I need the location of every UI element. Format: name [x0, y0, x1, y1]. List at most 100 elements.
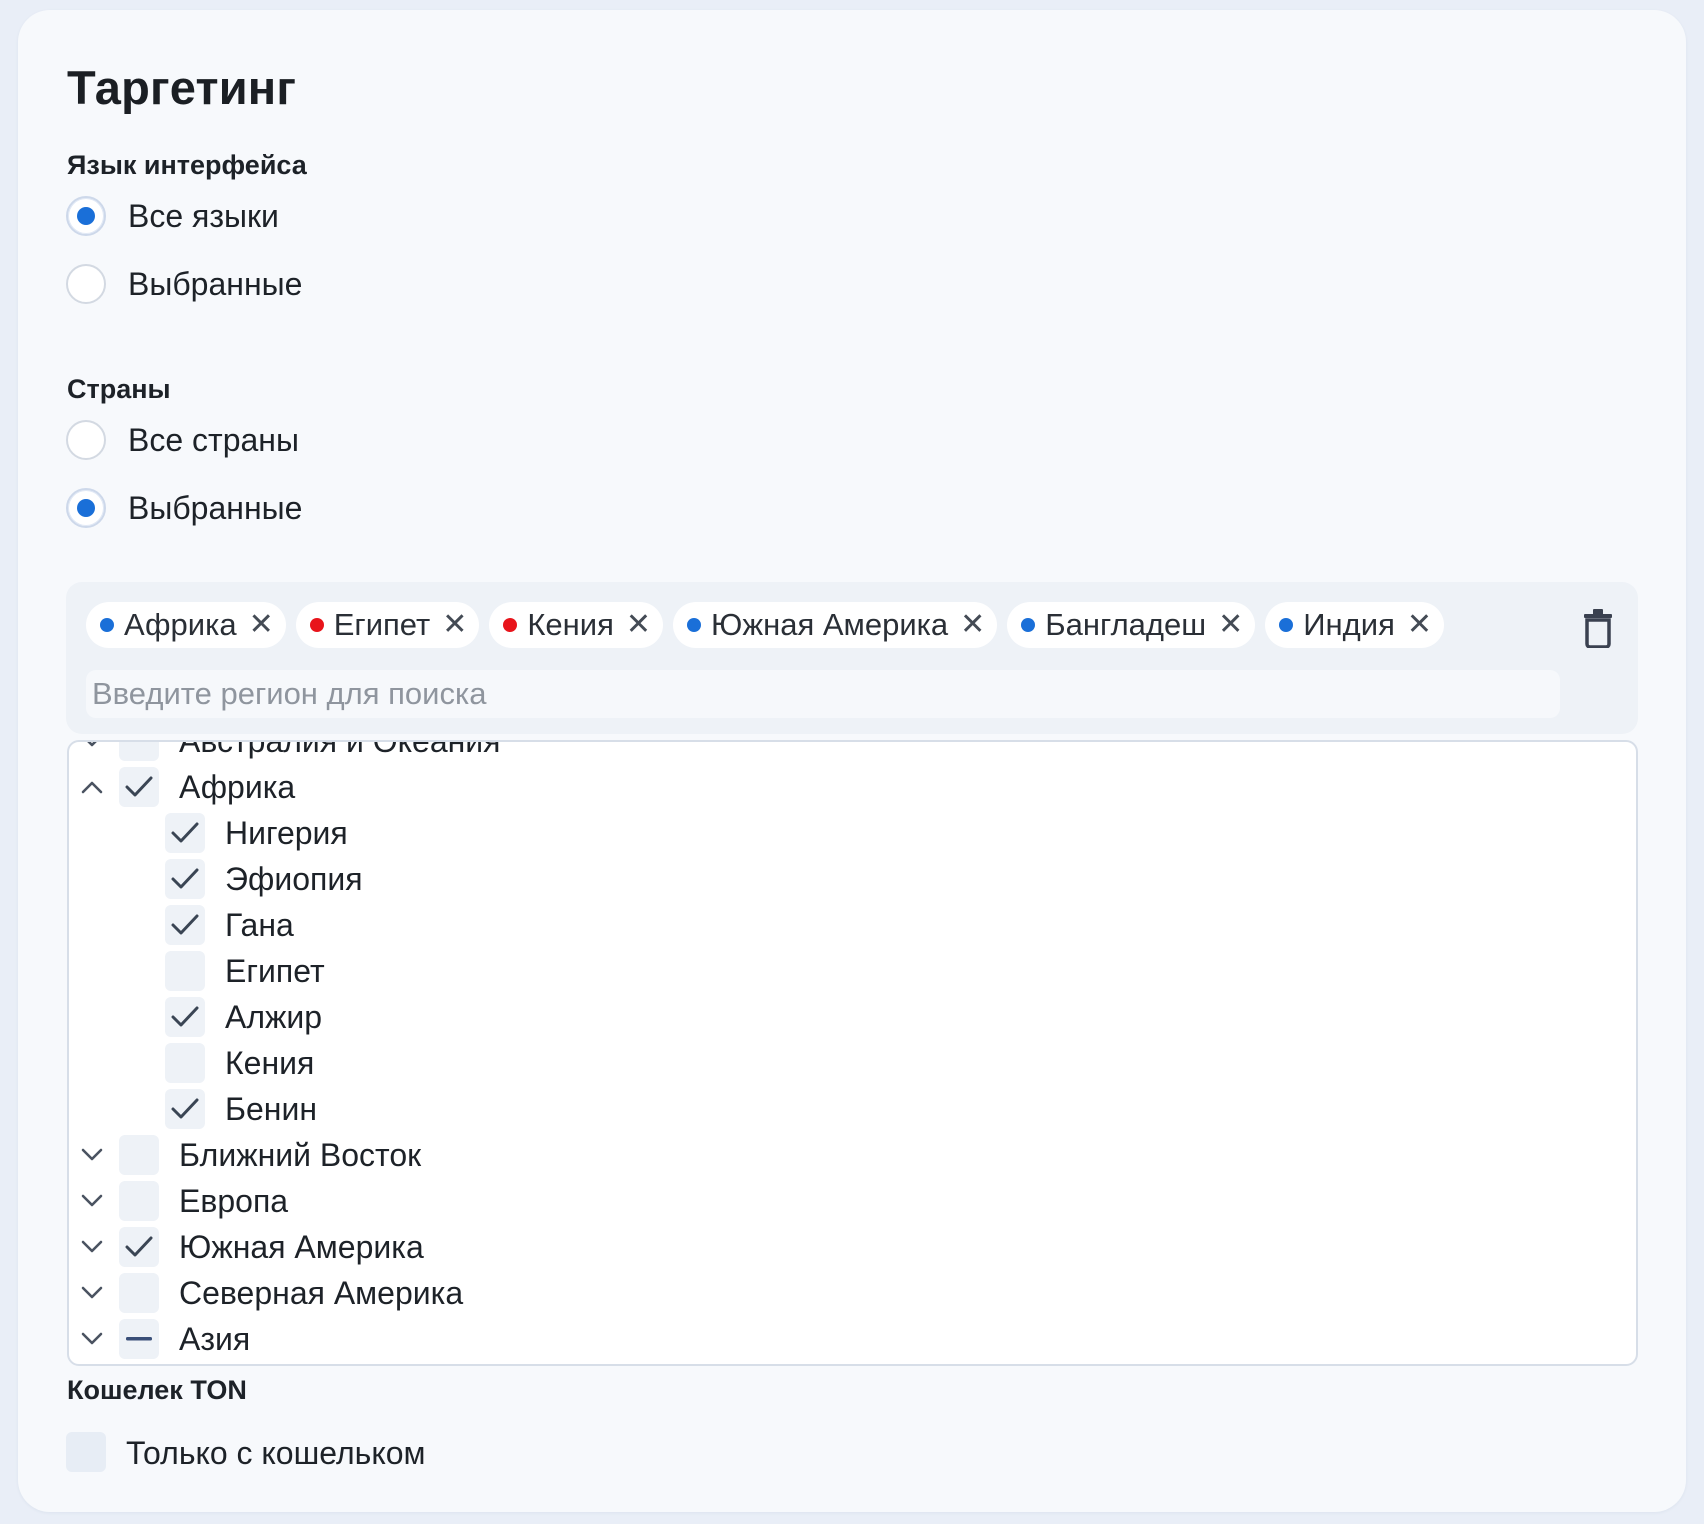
tree-group-row[interactable]: Южная Америка [69, 1224, 1636, 1270]
tag-label: Африка [124, 607, 237, 642]
checkbox[interactable] [165, 951, 205, 991]
tree-group-row[interactable]: Азия [69, 1316, 1636, 1362]
checkbox-checked[interactable] [165, 859, 205, 899]
checkbox-checked[interactable] [165, 997, 205, 1037]
radio-label: Все страны [128, 421, 299, 458]
tag-label: Египет [333, 607, 431, 642]
tag-status-dot [309, 618, 324, 632]
checkbox[interactable] [165, 1043, 205, 1083]
region-tag: Африка ✕ [86, 602, 286, 648]
close-icon[interactable]: ✕ [1407, 610, 1432, 640]
radio-selected-countries[interactable]: Выбранные [66, 486, 302, 530]
tag-label: Бангладеш [1045, 607, 1207, 642]
radio-button-checked[interactable] [66, 196, 106, 236]
region-tag: Бангладеш ✕ [1007, 602, 1256, 648]
checkbox-checked[interactable] [119, 1227, 159, 1267]
region-search-input[interactable] [86, 670, 1560, 718]
region-tag: Южная Америка ✕ [673, 602, 998, 648]
checkbox[interactable] [119, 1135, 159, 1175]
chevron-down-icon[interactable] [75, 1276, 109, 1310]
tree-item-row[interactable]: Кения [69, 1040, 1636, 1086]
tag-status-dot [503, 618, 518, 632]
targeting-card: Таргетинг Язык интерфейса Все языки Выбр… [18, 10, 1686, 1512]
language-section-label: Язык интерфейса [67, 150, 307, 180]
chevron-down-icon[interactable] [75, 1230, 109, 1264]
radio-button[interactable] [66, 420, 106, 460]
wallet-only-checkbox[interactable] [66, 1432, 106, 1472]
close-icon[interactable]: ✕ [249, 610, 274, 640]
tree-group-row[interactable]: Африка [69, 764, 1636, 810]
tree-item-row[interactable]: Алжир [69, 994, 1636, 1040]
trash-icon[interactable] [1580, 608, 1616, 649]
tree-node-label: Кения [225, 1044, 315, 1081]
chevron-down-icon[interactable] [75, 1322, 109, 1356]
tree-node-label: Алжир [225, 998, 323, 1035]
tree-node-label: Гана [225, 906, 294, 943]
wallet-only-label: Только с кошельком [126, 1435, 426, 1471]
checkbox-indeterminate[interactable] [119, 1319, 159, 1359]
tree-node-label: Азия [179, 1320, 251, 1357]
region-tag: Египет ✕ [295, 602, 480, 648]
checkbox[interactable] [119, 1273, 159, 1313]
region-tag: Кения ✕ [489, 602, 664, 648]
tree-node-label: Африка [179, 768, 296, 805]
tree-group-row[interactable]: Северная Америка [69, 1270, 1636, 1316]
checkbox-checked[interactable] [165, 1089, 205, 1129]
radio-dot [77, 207, 95, 225]
tree-node-label: Египет [225, 952, 325, 989]
region-tree-list: Австралия и Океания Африка Нигерия Эфиопия Г… [69, 740, 1636, 1362]
chevron-down-icon[interactable] [75, 742, 109, 758]
tree-group-row[interactable]: Австралия и Океания [69, 740, 1636, 764]
tree-group-row[interactable]: Европа [69, 1178, 1636, 1224]
radio-label: Выбранные [128, 489, 303, 526]
chevron-up-icon[interactable] [75, 770, 109, 804]
countries-section-label: Страны [67, 374, 171, 404]
radio-all-languages[interactable]: Все языки [66, 194, 279, 238]
wallet-section-label: Кошелек TON [67, 1375, 247, 1405]
region-tree: Австралия и Океания Африка Нигерия Эфиопия Г… [67, 740, 1638, 1366]
chevron-down-icon[interactable] [75, 1138, 109, 1172]
selected-tags: Африка ✕ Египет ✕ Кения ✕ Южная Америка ✕ Бангла… [86, 602, 1444, 648]
tag-status-dot [100, 618, 114, 632]
tree-node-label: Австралия и Океания [179, 740, 501, 759]
checkbox[interactable] [119, 1181, 159, 1221]
radio-label: Выбранные [128, 265, 303, 302]
tree-node-label: Эфиопия [225, 860, 363, 897]
checkbox-checked[interactable] [119, 767, 159, 807]
checkbox[interactable] [119, 742, 159, 761]
tag-status-dot [687, 618, 702, 632]
radio-selected-languages[interactable]: Выбранные [66, 262, 302, 306]
tag-label: Южная Америка [711, 607, 949, 642]
checkbox-checked[interactable] [165, 813, 205, 853]
page-title: Таргетинг [67, 61, 297, 114]
tree-item-row[interactable]: Нигерия [69, 810, 1636, 856]
chevron-down-icon[interactable] [75, 1184, 109, 1218]
tree-item-row[interactable]: Бенин [69, 1086, 1636, 1132]
radio-button-checked[interactable] [66, 488, 106, 528]
tag-status-dot [1279, 618, 1294, 632]
tree-node-label: Ближний Восток [179, 1136, 422, 1173]
tag-status-dot [1021, 618, 1036, 632]
region-multiselect: Африка ✕ Египет ✕ Кения ✕ Южная Америка ✕ Бангла… [66, 582, 1638, 734]
checkbox-checked[interactable] [165, 905, 205, 945]
tag-label: Кения [527, 607, 614, 642]
close-icon[interactable]: ✕ [626, 610, 651, 640]
close-icon[interactable]: ✕ [960, 610, 985, 640]
tree-item-row[interactable]: Эфиопия [69, 856, 1636, 902]
tree-item-row[interactable]: Гана [69, 902, 1636, 948]
radio-all-countries[interactable]: Все страны [66, 418, 299, 462]
radio-button[interactable] [66, 264, 106, 304]
tree-node-label: Северная Америка [179, 1274, 464, 1311]
region-tag: Индия ✕ [1265, 602, 1444, 648]
close-icon[interactable]: ✕ [1218, 610, 1243, 640]
tag-label: Индия [1303, 607, 1395, 642]
tree-item-row[interactable]: Египет [69, 948, 1636, 994]
tree-node-label: Европа [179, 1182, 289, 1219]
tree-node-label: Бенин [225, 1090, 318, 1127]
tree-node-label: Нигерия [225, 814, 348, 851]
tree-node-label: Южная Америка [179, 1228, 424, 1265]
tree-group-row[interactable]: Ближний Восток [69, 1132, 1636, 1178]
close-icon[interactable]: ✕ [442, 610, 467, 640]
radio-label: Все языки [128, 197, 279, 234]
radio-dot [77, 499, 95, 517]
